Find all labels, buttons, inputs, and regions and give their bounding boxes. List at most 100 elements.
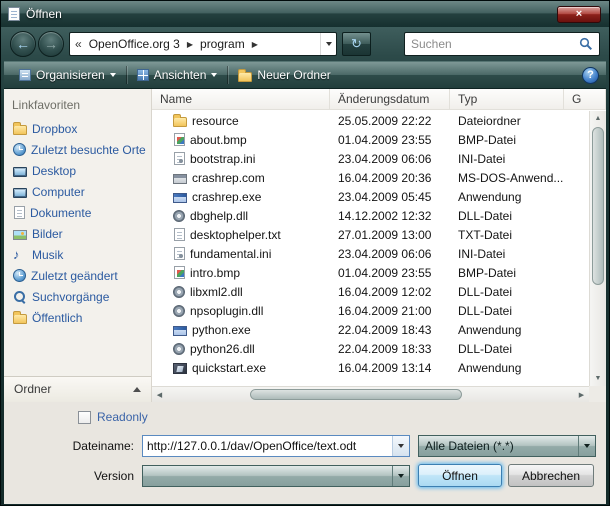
organize-button[interactable]: Organisieren	[11, 65, 124, 85]
version-combobox[interactable]	[142, 465, 410, 487]
readonly-option[interactable]: Readonly	[78, 410, 148, 424]
sidebar-item[interactable]: Suchvorgänge	[4, 286, 151, 307]
search-box[interactable]	[404, 32, 600, 56]
file-type: BMP-Datei	[450, 266, 564, 280]
file-row[interactable]: intro.bmp 01.04.2009 23:55 BMP-Datei	[152, 263, 589, 282]
forward-button[interactable]: →	[38, 31, 64, 57]
breadcrumb-item[interactable]: OpenOffice.org 3	[87, 37, 182, 51]
scroll-down-icon[interactable]: ▼	[590, 371, 606, 386]
file-date: 23.04.2009 05:45	[330, 190, 450, 204]
organize-icon	[19, 69, 31, 81]
horizontal-scrollbar[interactable]: ◀ ▶	[152, 386, 589, 402]
sidebar-item-label: Dokumente	[30, 206, 91, 220]
breadcrumb-item[interactable]: program	[198, 37, 247, 51]
file-row[interactable]: about.bmp 01.04.2009 23:55 BMP-Datei	[152, 130, 589, 149]
file-row[interactable]: dbghelp.dll 14.12.2002 12:32 DLL-Datei	[152, 206, 589, 225]
file-date: 23.04.2009 06:06	[330, 247, 450, 261]
scroll-up-icon[interactable]: ▲	[590, 111, 606, 126]
file-row[interactable]: python26.dll 22.04.2009 18:33 DLL-Datei	[152, 339, 589, 358]
filename-dropdown-icon[interactable]	[392, 436, 409, 456]
file-name: fundamental.ini	[190, 247, 271, 261]
file-name: quickstart.exe	[192, 361, 266, 375]
readonly-checkbox[interactable]	[78, 411, 91, 424]
file-date: 16.04.2009 20:36	[330, 171, 450, 185]
new-folder-button[interactable]: Neuer Ordner	[230, 65, 338, 85]
vertical-scrollbar[interactable]: ▲ ▼	[589, 111, 606, 386]
back-button[interactable]: ←	[10, 31, 36, 57]
column-header[interactable]: Name	[152, 89, 330, 109]
filetype-combobox[interactable]: Alle Dateien (*.*)	[418, 435, 596, 457]
file-row[interactable]: npsoplugin.dll 16.04.2009 21:00 DLL-Date…	[152, 301, 589, 320]
file-row[interactable]: libxml2.dll 16.04.2009 12:02 DLL-Datei	[152, 282, 589, 301]
navigation-bar: ← → « OpenOffice.org 3 ▶ program ▶ ↻	[1, 27, 609, 61]
column-header[interactable]: G	[564, 89, 606, 109]
sidebar-item-label: Musik	[32, 248, 63, 262]
organize-label: Organisieren	[36, 68, 105, 82]
sidebar: Linkfavoriten Dropbox Zuletzt besuchte O…	[4, 89, 152, 402]
sidebar-item[interactable]: Computer	[4, 181, 151, 202]
file-row[interactable]: quickstart.exe 16.04.2009 13:14 Anwendun…	[152, 358, 589, 377]
file-row[interactable]: bootstrap.ini 23.04.2009 06:06 INI-Datei	[152, 149, 589, 168]
file-type-icon	[173, 343, 185, 355]
search-input[interactable]	[411, 37, 579, 51]
file-date: 22.04.2009 18:33	[330, 342, 450, 356]
sidebar-item[interactable]: Desktop	[4, 160, 151, 181]
breadcrumb-overflow-icon[interactable]: «	[75, 37, 82, 51]
chevron-down-icon	[398, 474, 404, 478]
breadcrumb[interactable]: « OpenOffice.org 3 ▶ program ▶	[69, 32, 337, 56]
sidebar-item-label: Desktop	[32, 164, 76, 178]
open-file-dialog: Öffnen × ← → « OpenOffice.org 3 ▶ progra…	[0, 0, 610, 506]
toolbar: Organisieren Ansichten Neuer Ordner ?	[4, 61, 606, 89]
file-date: 16.04.2009 12:02	[330, 285, 450, 299]
new-folder-label: Neuer Ordner	[257, 68, 330, 82]
readonly-label: Readonly	[97, 410, 148, 424]
filename-combobox[interactable]	[142, 435, 410, 457]
cancel-button[interactable]: Abbrechen	[508, 464, 594, 487]
breadcrumb-separator-icon[interactable]: ▶	[252, 40, 258, 49]
version-dropdown-icon	[392, 466, 409, 486]
file-type: DLL-Datei	[450, 285, 564, 299]
breadcrumb-dropdown-icon[interactable]	[320, 33, 336, 55]
sidebar-item[interactable]: Zuletzt geändert	[4, 265, 151, 286]
sidebar-item-icon	[13, 143, 26, 156]
file-row[interactable]: python.exe 22.04.2009 18:43 Anwendung	[152, 320, 589, 339]
filetype-dropdown-icon	[578, 436, 595, 456]
sidebar-item[interactable]: Zuletzt besuchte Orte	[4, 139, 151, 160]
open-button[interactable]: Öffnen	[418, 464, 502, 487]
horizontal-scroll-thumb[interactable]	[250, 389, 462, 400]
sidebar-item-icon	[13, 167, 27, 177]
file-row[interactable]: crashrep.com 16.04.2009 20:36 MS-DOS-Anw…	[152, 168, 589, 187]
views-icon	[137, 69, 149, 81]
filename-input[interactable]	[143, 439, 392, 453]
refresh-button[interactable]: ↻	[342, 32, 371, 56]
sidebar-item-icon	[13, 314, 27, 324]
file-rows: resource 25.05.2009 22:22 Dateiordner ab…	[152, 111, 589, 386]
file-list: Name Änderungsdatum Typ G res	[152, 89, 606, 402]
column-header[interactable]: Änderungsdatum	[330, 89, 450, 109]
file-name: about.bmp	[190, 133, 247, 147]
window-title: Öffnen	[26, 7, 62, 21]
file-row[interactable]: crashrep.exe 23.04.2009 05:45 Anwendung	[152, 187, 589, 206]
sidebar-item[interactable]: Dropbox	[4, 118, 151, 139]
scroll-right-icon[interactable]: ▶	[574, 387, 589, 402]
chevron-up-icon	[133, 387, 141, 392]
file-row[interactable]: fundamental.ini 23.04.2009 06:06 INI-Dat…	[152, 244, 589, 263]
file-date: 16.04.2009 13:14	[330, 361, 450, 375]
breadcrumb-separator-icon[interactable]: ▶	[187, 40, 193, 49]
vertical-scroll-thumb[interactable]	[592, 127, 604, 285]
sidebar-item[interactable]: Dokumente	[4, 202, 151, 223]
sidebar-item[interactable]: Öffentlich	[4, 307, 151, 328]
folders-expander[interactable]: Ordner	[4, 376, 151, 402]
scroll-left-icon[interactable]: ◀	[152, 387, 167, 402]
column-header[interactable]: Typ	[450, 89, 564, 109]
close-button[interactable]: ×	[557, 6, 601, 23]
sidebar-item[interactable]: Musik	[4, 244, 151, 265]
file-row[interactable]: desktophelper.txt 27.01.2009 13:00 TXT-D…	[152, 225, 589, 244]
file-row[interactable]: resource 25.05.2009 22:22 Dateiordner	[152, 111, 589, 130]
file-type-icon	[173, 326, 187, 336]
sidebar-item[interactable]: Bilder	[4, 223, 151, 244]
views-button[interactable]: Ansichten	[129, 65, 226, 85]
file-type: MS-DOS-Anwend...	[450, 171, 564, 185]
help-button[interactable]: ?	[582, 67, 599, 84]
file-type: Anwendung	[450, 190, 564, 204]
